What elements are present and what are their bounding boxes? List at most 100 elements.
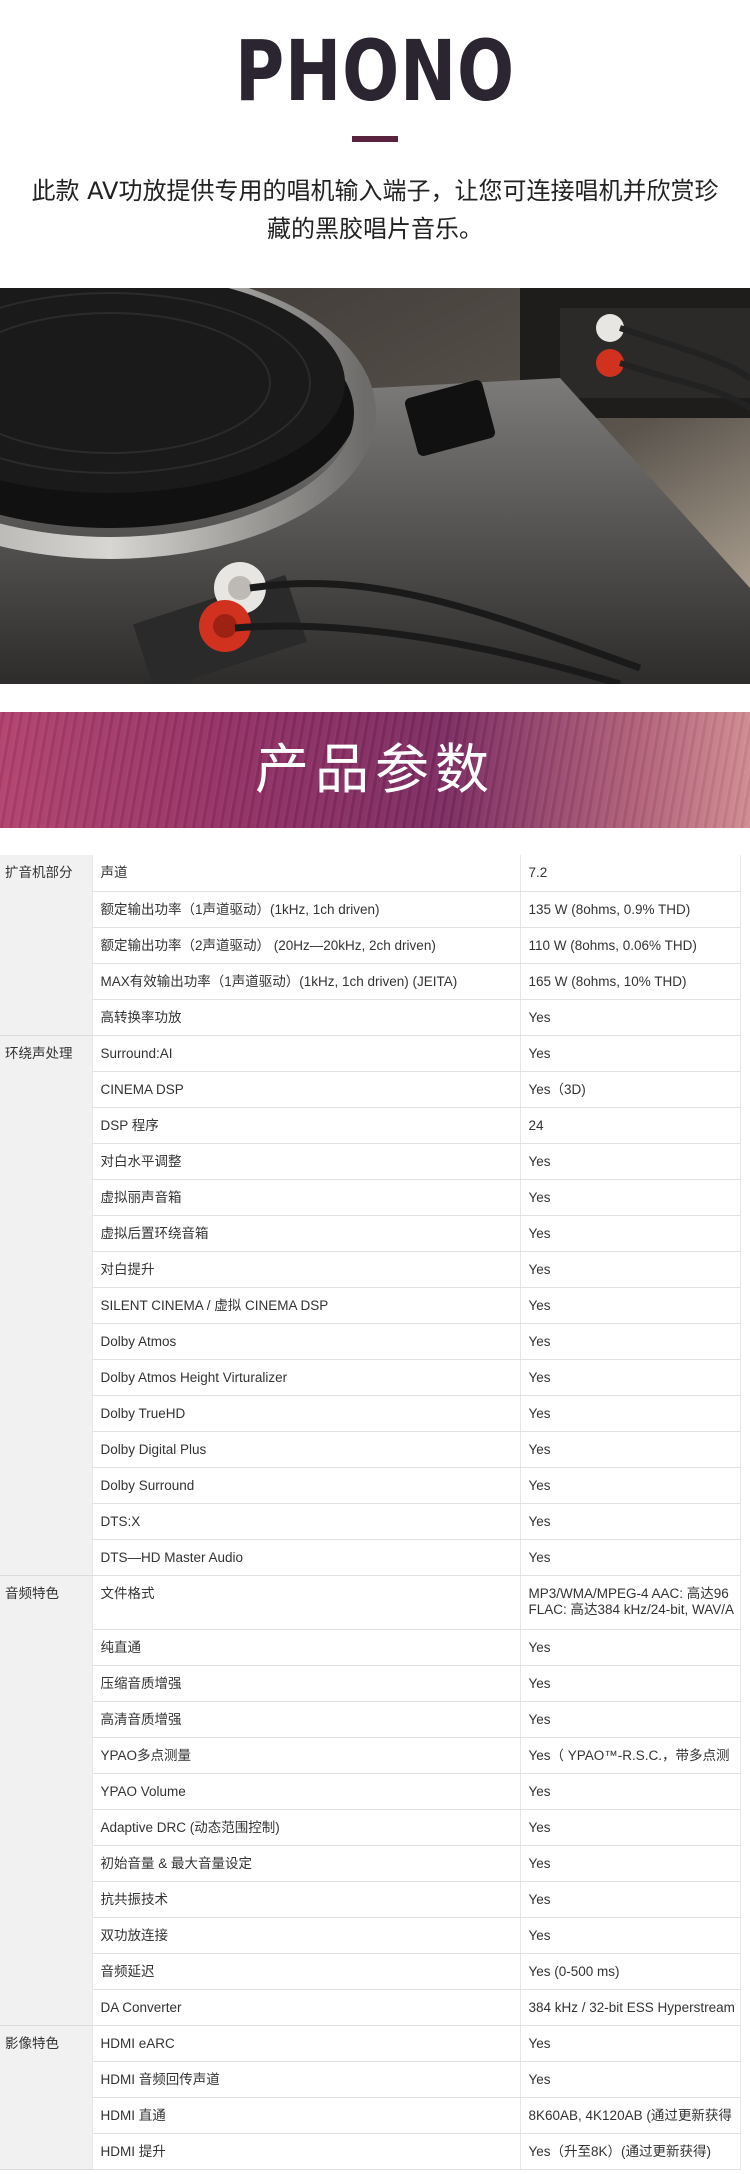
spec-value: Yes bbox=[519, 1215, 741, 1252]
spec-value: Yes bbox=[519, 1665, 741, 1702]
spec-name: 声道 bbox=[91, 855, 520, 892]
spec-value-line: Yes（ YPAO™-R.S.C.，带多点测 bbox=[528, 1747, 730, 1763]
spec-value: Yes bbox=[519, 1539, 741, 1576]
spec-value: Yes bbox=[519, 1809, 741, 1846]
spec-value-line: Yes bbox=[528, 1477, 551, 1493]
spec-category: 音频特色 bbox=[0, 1575, 92, 2026]
table-row: DTS:X Yes bbox=[0, 1503, 741, 1540]
spec-name: DSP 程序 bbox=[91, 1107, 520, 1144]
table-row: Adaptive DRC (动态范围控制) Yes bbox=[0, 1809, 741, 1846]
spec-value: Yes bbox=[519, 1701, 741, 1738]
table-row: Dolby TrueHD Yes bbox=[0, 1395, 741, 1432]
title-divider bbox=[352, 136, 398, 142]
spec-name: 虚拟丽声音箱 bbox=[91, 1179, 520, 1216]
spec-value: Yes（升至8K）(通过更新获得) bbox=[519, 2133, 741, 2170]
spec-name: 对白提升 bbox=[91, 1251, 520, 1288]
section-banner: 产品参数 bbox=[0, 712, 750, 828]
spec-value-line: Yes bbox=[528, 1189, 551, 1205]
table-row: 高清音质增强 Yes bbox=[0, 1701, 741, 1738]
spec-value-line: FLAC: 高达384 kHz/24-bit, WAV/A bbox=[528, 1601, 735, 1617]
spec-value-line: 135 W (8ohms, 0.9% THD) bbox=[528, 901, 691, 917]
spec-value-line: Yes（3D) bbox=[528, 1081, 586, 1097]
spec-name: Dolby TrueHD bbox=[91, 1395, 520, 1432]
spec-value-line: 384 kHz / 32-bit ESS Hyperstream bbox=[528, 1999, 735, 2015]
spec-value-line: 165 W (8ohms, 10% THD) bbox=[528, 973, 687, 989]
spec-value-line: Yes bbox=[528, 2071, 551, 2087]
spec-value: 24 bbox=[519, 1107, 741, 1144]
spec-value: Yes (0-500 ms) bbox=[519, 1953, 741, 1990]
spec-value: 165 W (8ohms, 10% THD) bbox=[519, 963, 741, 1000]
spec-value: Yes bbox=[519, 1323, 741, 1360]
spec-name: 文件格式 bbox=[91, 1575, 520, 1630]
table-row: 高转换率功放 Yes bbox=[0, 999, 741, 1036]
table-row: 抗共振技术 Yes bbox=[0, 1881, 741, 1918]
spec-name: DA Converter bbox=[91, 1989, 520, 2026]
table-row: DSP 程序 24 bbox=[0, 1107, 741, 1144]
spec-value-line: Yes（升至8K）(通过更新获得) bbox=[528, 2143, 712, 2159]
table-row: 环绕声处理 Surround:AI Yes bbox=[0, 1035, 741, 1576]
spec-value: 110 W (8ohms, 0.06% THD) bbox=[519, 927, 741, 964]
spec-value: Yes bbox=[519, 1503, 741, 1540]
spec-name: Dolby Atmos bbox=[91, 1323, 520, 1360]
spec-value: Yes bbox=[519, 1467, 741, 1504]
table-row: 纯直通 Yes bbox=[0, 1629, 741, 1666]
spec-name: HDMI 直通 bbox=[91, 2097, 520, 2134]
spec-value: 135 W (8ohms, 0.9% THD) bbox=[519, 891, 741, 928]
spec-value-line: Yes bbox=[528, 1441, 551, 1457]
spec-value: Yes bbox=[519, 1629, 741, 1666]
spec-name: 纯直通 bbox=[91, 1629, 520, 1666]
spec-value: Yes bbox=[519, 1251, 741, 1288]
table-row: 扩音机部分 声道 7.2 bbox=[0, 855, 741, 1036]
spec-name: 虚拟后置环绕音箱 bbox=[91, 1215, 520, 1252]
table-row: HDMI 直通 8K60AB, 4K120AB (通过更新获得 bbox=[0, 2097, 741, 2134]
spec-value-line: Yes bbox=[528, 1225, 551, 1241]
spec-value-line: 110 W (8ohms, 0.06% THD) bbox=[528, 937, 697, 953]
table-row: 音频特色 文件格式 MP3/WMA/MPEG-4 AAC: 高达96 FLAC: 高达… bbox=[0, 1575, 741, 2026]
page-title: PHONO bbox=[235, 22, 515, 120]
table-row: 虚拟丽声音箱 Yes bbox=[0, 1179, 741, 1216]
spec-value-line: MP3/WMA/MPEG-4 AAC: 高达96 bbox=[528, 1585, 729, 1601]
spec-name: 压缩音质增强 bbox=[91, 1665, 520, 1702]
spec-name: Surround:AI bbox=[91, 1035, 520, 1072]
spec-category: 环绕声处理 bbox=[0, 1035, 92, 1576]
spec-name: 初始音量 & 最大音量设定 bbox=[91, 1845, 520, 1882]
spec-value: Yes bbox=[519, 1179, 741, 1216]
table-row: HDMI 提升 Yes（升至8K）(通过更新获得) bbox=[0, 2133, 741, 2170]
table-row: DTS—HD Master Audio Yes bbox=[0, 1539, 741, 1576]
spec-name: SILENT CINEMA / 虚拟 CINEMA DSP bbox=[91, 1287, 520, 1324]
spec-value-line: Yes bbox=[528, 1405, 551, 1421]
table-row: 对白水平调整 Yes bbox=[0, 1143, 741, 1180]
spec-value-line: Yes bbox=[528, 1927, 551, 1943]
table-row: YPAO Volume Yes bbox=[0, 1773, 741, 1810]
spec-value: Yes bbox=[519, 999, 741, 1036]
table-row: 对白提升 Yes bbox=[0, 1251, 741, 1288]
spec-value-line: Yes bbox=[528, 1369, 551, 1385]
banner-title: 产品参数 bbox=[255, 738, 495, 801]
spec-value-line: Yes bbox=[528, 1855, 551, 1871]
spec-name: 高转换率功放 bbox=[91, 999, 520, 1036]
spec-value-line: Yes bbox=[528, 1891, 551, 1907]
spec-name: 双功放连接 bbox=[91, 1917, 520, 1954]
spec-value-line: Yes bbox=[528, 1549, 551, 1565]
spec-value-line: Yes bbox=[528, 1783, 551, 1799]
spec-category: 扩音机部分 bbox=[0, 855, 92, 1036]
spec-category: 影像特色 bbox=[0, 2025, 92, 2170]
spec-name: YPAO Volume bbox=[91, 1773, 520, 1810]
spec-value: Yes bbox=[519, 1143, 741, 1180]
table-row: 双功放连接 Yes bbox=[0, 1917, 741, 1954]
spec-value-line: Yes bbox=[528, 1261, 551, 1277]
spec-name: 音频延迟 bbox=[91, 1953, 520, 1990]
spec-value-line: Yes bbox=[528, 1153, 551, 1169]
spec-value-line: Yes (0-500 ms) bbox=[528, 1963, 620, 1979]
spec-name: Adaptive DRC (动态范围控制) bbox=[91, 1809, 520, 1846]
spec-name: HDMI eARC bbox=[91, 2025, 520, 2062]
table-row: CINEMA DSP Yes（3D) bbox=[0, 1071, 741, 1108]
spec-name: Dolby Surround bbox=[91, 1467, 520, 1504]
table-row: YPAO多点测量 Yes（ YPAO™-R.S.C.，带多点测 bbox=[0, 1737, 741, 1774]
spec-value: Yes bbox=[519, 1395, 741, 1432]
spec-value: Yes bbox=[519, 2025, 741, 2062]
spec-value-line: 24 bbox=[528, 1117, 544, 1133]
table-row: 虚拟后置环绕音箱 Yes bbox=[0, 1215, 741, 1252]
spec-name: Dolby Atmos Height Virturalizer bbox=[91, 1359, 520, 1396]
spec-name: DTS:X bbox=[91, 1503, 520, 1540]
